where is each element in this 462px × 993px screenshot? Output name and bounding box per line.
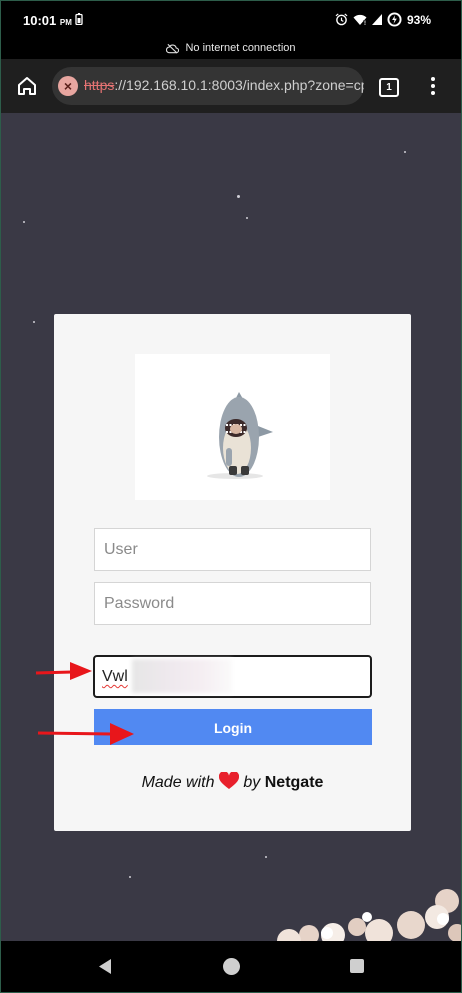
status-icons: ! 93%	[335, 12, 431, 27]
home-nav-icon[interactable]	[223, 958, 240, 975]
annotation-arrow-icon	[35, 662, 92, 680]
clock: 10:01 PM	[23, 13, 72, 28]
shark-mascot-image	[135, 354, 330, 500]
star	[129, 876, 131, 878]
star	[23, 221, 25, 223]
battery-charging-icon	[387, 12, 402, 27]
phone-screen: 10:01 PM ! 93% No internet connection × …	[0, 0, 462, 993]
browser-toolbar: × https://192.168.10.1:8003/index.php?zo…	[1, 59, 461, 113]
star	[246, 217, 248, 219]
made-with-text: Made with	[141, 774, 215, 791]
portal-page: User Password Vwl Login Made with by Net…	[1, 113, 461, 941]
battery-percent: 93%	[406, 12, 431, 27]
login-card: User Password Vwl Login Made with by Net…	[54, 314, 411, 831]
offline-banner: No internet connection	[1, 39, 461, 59]
footer-credit: Made with by Netgate	[54, 771, 411, 792]
decorative-bubbles	[277, 889, 461, 941]
svg-text:!: !	[364, 21, 366, 26]
url-scheme: https	[84, 77, 115, 93]
clock-ampm: PM	[59, 18, 72, 27]
user-input[interactable]: User	[94, 528, 371, 571]
wifi-icon: !	[353, 14, 367, 26]
clock-time: 10:01	[23, 13, 57, 28]
voucher-value: Vwl	[102, 668, 128, 685]
offline-text: No internet connection	[185, 42, 296, 54]
tab-switcher-button[interactable]: 1	[379, 78, 399, 97]
annotation-arrow-icon	[37, 723, 134, 745]
password-input[interactable]: Password	[94, 582, 371, 625]
recents-icon[interactable]	[350, 959, 364, 973]
brand-netgate: Netgate	[264, 774, 324, 791]
address-bar[interactable]: × https://192.168.10.1:8003/index.php?zo…	[52, 67, 364, 105]
overflow-menu-icon[interactable]	[429, 77, 437, 97]
redacted-text	[132, 659, 232, 693]
back-icon[interactable]	[97, 958, 113, 975]
home-icon[interactable]	[15, 74, 39, 98]
star	[265, 856, 267, 858]
system-nav-bar	[1, 941, 461, 992]
shark-mascot-icon	[207, 392, 273, 479]
star	[33, 321, 35, 323]
status-bar: 10:01 PM ! 93%	[1, 1, 461, 39]
cloud-off-icon	[166, 43, 180, 54]
signal-icon	[371, 14, 382, 25]
star	[404, 151, 406, 153]
url-text[interactable]: https://192.168.10.1:8003/index.php?zone…	[84, 77, 364, 93]
url-path: ://192.168.10.1:8003/index.php?zone=cpa	[114, 77, 364, 93]
not-secure-icon[interactable]: ×	[58, 76, 78, 96]
star	[237, 195, 240, 198]
alarm-icon	[335, 13, 348, 26]
heart-icon	[218, 771, 239, 789]
voucher-input[interactable]: Vwl	[93, 655, 372, 698]
by-text: by	[243, 774, 261, 791]
battery-saver-icon	[75, 13, 83, 25]
